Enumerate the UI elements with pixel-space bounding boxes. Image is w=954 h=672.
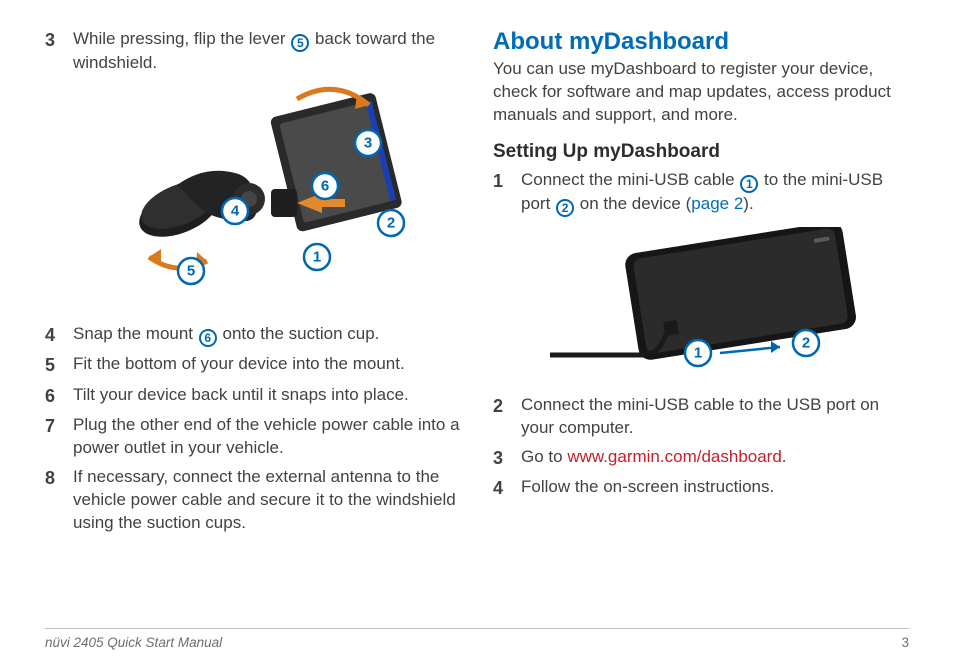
subheading: Setting Up myDashboard	[493, 141, 909, 163]
step-text: Snap the mount 6 onto the suction cup.	[73, 323, 461, 347]
step-text: Follow the on-screen instructions.	[521, 476, 909, 500]
svg-text:4: 4	[231, 203, 240, 220]
svg-text:6: 6	[321, 178, 329, 195]
step-4: 4 Snap the mount 6 onto the suction cup.	[45, 323, 461, 347]
step-text: If necessary, connect the external anten…	[73, 466, 461, 535]
section-intro: You can use myDashboard to register your…	[493, 58, 909, 127]
callout-6-icon: 6	[199, 329, 217, 347]
svg-text:2: 2	[802, 335, 810, 352]
svg-text:3: 3	[364, 135, 372, 152]
step-number: 4	[45, 323, 73, 347]
step-5: 5 Fit the bottom of your device into the…	[45, 353, 461, 377]
step-8: 8 If necessary, connect the external ant…	[45, 466, 461, 535]
svg-text:5: 5	[187, 263, 195, 280]
step-number: 6	[45, 384, 73, 408]
page-2-link[interactable]: page 2	[691, 194, 743, 213]
step-text: Fit the bottom of your device into the m…	[73, 353, 461, 377]
callout-1-icon: 1	[740, 175, 758, 193]
step-number: 7	[45, 414, 73, 460]
r-step-4: 4 Follow the on-screen instructions.	[493, 476, 909, 500]
step-number: 5	[45, 353, 73, 377]
r-step-3: 3 Go to www.garmin.com/dashboard.	[493, 446, 909, 470]
svg-text:1: 1	[694, 345, 702, 362]
step-number: 3	[493, 446, 521, 470]
figure-usb-diagram: 1 2	[521, 227, 909, 382]
left-column: 3 While pressing, flip the lever 5 back …	[45, 28, 461, 541]
step-number: 4	[493, 476, 521, 500]
callout-2-icon: 2	[556, 199, 574, 217]
section-heading: About myDashboard	[493, 28, 909, 56]
svg-text:1: 1	[313, 249, 321, 266]
r-step-1: 1 Connect the mini-USB cable 1 to the mi…	[493, 169, 909, 217]
step-text: Tilt your device back until it snaps int…	[73, 384, 461, 408]
svg-text:2: 2	[387, 215, 395, 232]
step-number: 8	[45, 466, 73, 535]
page-number: 3	[901, 635, 909, 650]
step-number: 1	[493, 169, 521, 217]
step-text: Plug the other end of the vehicle power …	[73, 414, 461, 460]
figure-mount-diagram: 3 6 2 1 4 5	[73, 81, 461, 311]
step-number: 2	[493, 394, 521, 440]
step-number: 3	[45, 28, 73, 75]
step-6: 6 Tilt your device back until it snaps i…	[45, 384, 461, 408]
step-text: Connect the mini-USB cable to the USB po…	[521, 394, 909, 440]
right-column: About myDashboard You can use myDashboar…	[493, 28, 909, 541]
step-3: 3 While pressing, flip the lever 5 back …	[45, 28, 461, 75]
step-text: Connect the mini-USB cable 1 to the mini…	[521, 169, 909, 217]
step-text: While pressing, flip the lever 5 back to…	[73, 28, 461, 75]
step-7: 7 Plug the other end of the vehicle powe…	[45, 414, 461, 460]
footer-title: nüvi 2405 Quick Start Manual	[45, 635, 222, 650]
garmin-dashboard-link[interactable]: www.garmin.com/dashboard	[567, 447, 781, 466]
step-text: Go to www.garmin.com/dashboard.	[521, 446, 909, 470]
callout-5-icon: 5	[291, 34, 309, 52]
r-step-2: 2 Connect the mini-USB cable to the USB …	[493, 394, 909, 440]
page-footer: nüvi 2405 Quick Start Manual 3	[45, 628, 909, 650]
